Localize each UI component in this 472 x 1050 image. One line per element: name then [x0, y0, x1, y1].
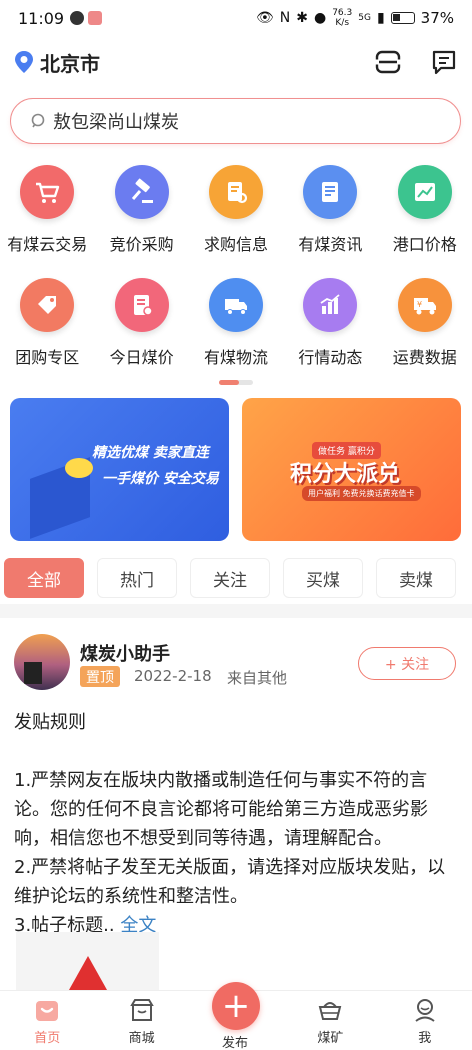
- eye-icon: 👁: [255, 10, 274, 26]
- message-notification-icon: [70, 11, 85, 25]
- tab-buy-coal[interactable]: 买煤: [283, 558, 363, 598]
- search-input[interactable]: 敖包梁尚山煤炭: [10, 98, 461, 144]
- cart-icon: [20, 165, 75, 219]
- grid-item-group-buy[interactable]: 团购专区: [0, 278, 94, 391]
- banner-headline: 精选优煤 卖家直连: [92, 445, 209, 461]
- avatar[interactable]: [14, 634, 70, 690]
- grid-label: 有煤云交易: [7, 235, 88, 254]
- header: 北京市: [0, 40, 472, 84]
- city-name: 北京市: [40, 51, 100, 76]
- gavel-icon: [114, 165, 169, 219]
- message-icon: [432, 50, 456, 75]
- banner-coal-trade[interactable]: 精选优煤 卖家直连 一手煤价 安全交易: [10, 398, 229, 541]
- bluetooth-icon: ✱: [296, 10, 308, 26]
- search-text: 敖包梁尚山煤炭: [53, 112, 179, 133]
- post-author[interactable]: 煤炭小助手: [80, 640, 170, 666]
- post-rule-1: 1.严禁网友在版块内散播或制造任何与事实不符的言论。您的任何不良言论都将可能给第…: [14, 770, 428, 849]
- grid-item-port-price[interactable]: 港口价格: [378, 165, 472, 278]
- status-time: 11:09: [18, 8, 65, 28]
- grid-label: 求购信息: [203, 235, 268, 254]
- grid-item-coal-logistics[interactable]: 有煤物流: [189, 278, 283, 391]
- signal-icon: ▮: [376, 10, 385, 26]
- post-body: 发贴规则 1.严禁网友在版块内散播或制造任何与事实不符的言论。您的任何不良言论都…: [14, 708, 460, 940]
- nav-label: 煤矿: [317, 1031, 344, 1046]
- tab-sell-coal[interactable]: 卖煤: [376, 558, 456, 598]
- plus-icon: +: [221, 986, 251, 1026]
- user-icon: [415, 999, 435, 1022]
- page-indicator: [219, 380, 253, 385]
- price-list-icon: [114, 278, 169, 332]
- grid-label: 今日煤价: [109, 348, 174, 367]
- nav-label: 首页: [34, 1031, 61, 1046]
- scan-icon: [375, 50, 401, 74]
- nav-me[interactable]: 我: [378, 991, 472, 1050]
- signal-type: 5G: [358, 13, 371, 23]
- grid-item-bidding-purchase[interactable]: 竞价采购: [94, 165, 188, 278]
- publish-label: 发布: [222, 1036, 249, 1050]
- nav-mine[interactable]: 煤矿: [283, 991, 377, 1050]
- section-divider: [0, 604, 472, 618]
- freight-truck-icon: ¥: [397, 278, 452, 332]
- grid-item-purchase-info[interactable]: 求购信息: [189, 165, 283, 278]
- shop-icon: [129, 999, 154, 1021]
- post-title: 发贴规则: [14, 712, 86, 733]
- truck-icon: [208, 278, 263, 332]
- news-icon: [303, 165, 358, 219]
- location-icon: ●: [313, 10, 327, 26]
- scan-button[interactable]: [374, 48, 402, 76]
- banner-subline: 一手煤价 安全交易: [102, 471, 219, 487]
- function-grid: 有煤云交易 竞价采购 求购信息 有煤资讯 港口价格 团购专区 今日煤价 有煤物流…: [0, 165, 472, 391]
- filter-tabs: 全部 热门 关注 买煤 卖煤: [0, 558, 472, 598]
- grid-item-coal-cloud-trade[interactable]: 有煤云交易: [0, 165, 94, 278]
- banner-subline: 用户福利 免费兑换话费充值卡: [302, 486, 421, 501]
- grid-item-freight-data[interactable]: ¥ 运费数据: [378, 278, 472, 391]
- publish-button[interactable]: +: [212, 982, 260, 1030]
- game-notification-icon: [88, 11, 103, 25]
- nav-home[interactable]: 首页: [0, 991, 94, 1050]
- grid-item-market-trends[interactable]: 行情动态: [283, 278, 377, 391]
- grid-label: 港口价格: [392, 235, 457, 254]
- tab-hot[interactable]: 热门: [97, 558, 177, 598]
- post-date: 2022-2-18: [134, 667, 212, 685]
- tab-following[interactable]: 关注: [190, 558, 270, 598]
- coins-illustration: [65, 458, 93, 478]
- grid-label: 行情动态: [298, 348, 363, 367]
- city-selector[interactable]: 北京市: [14, 48, 100, 77]
- bar-chart-icon: [303, 278, 358, 332]
- grid-item-coal-news[interactable]: 有煤资讯: [283, 165, 377, 278]
- grid-item-today-price[interactable]: 今日煤价: [94, 278, 188, 391]
- battery-icon: [390, 12, 415, 24]
- pinned-badge: 置顶: [80, 666, 120, 687]
- grid-label: 运费数据: [392, 348, 457, 367]
- grid-label: 竞价采购: [109, 235, 174, 254]
- location-pin-icon: [15, 51, 33, 73]
- nav-label: 我: [418, 1031, 432, 1046]
- search-icon: [31, 113, 45, 128]
- grid-label: 团购专区: [15, 348, 80, 367]
- nav-shop[interactable]: 商城: [94, 991, 188, 1050]
- network-speed: 76.3 K/s: [332, 8, 353, 28]
- nav-label: 商城: [128, 1031, 155, 1046]
- status-bar: 11:09 👁 N ✱ ● 76.3 K/s 5G ▮ 37%: [0, 0, 472, 36]
- grid-label: 有煤资讯: [298, 235, 363, 254]
- document-search-icon: [208, 165, 263, 219]
- post-source: 来自其他: [227, 669, 288, 687]
- battery-level: 37%: [420, 9, 454, 27]
- nfc-icon: N: [279, 10, 291, 26]
- svg-text:¥: ¥: [417, 300, 422, 309]
- message-button[interactable]: [430, 48, 458, 76]
- home-icon: [36, 1001, 59, 1021]
- chart-frame-icon: [397, 165, 452, 219]
- grid-label: 有煤物流: [203, 348, 268, 367]
- tab-all[interactable]: 全部: [4, 558, 84, 598]
- banner-headline: 积分大派兑: [290, 462, 401, 487]
- tag-icon: [20, 278, 75, 332]
- banner-points-exchange[interactable]: 做任务 赢积分 积分大派兑 用户福利 免费兑换话费充值卡: [242, 398, 461, 541]
- mine-cart-icon: [319, 1002, 342, 1020]
- post-rule-2: 2.严禁将帖子发至无关版面，请选择对应版块发贴，以维护论坛的系统性和整洁性。: [14, 857, 446, 907]
- follow-button[interactable]: + 关注: [358, 647, 456, 680]
